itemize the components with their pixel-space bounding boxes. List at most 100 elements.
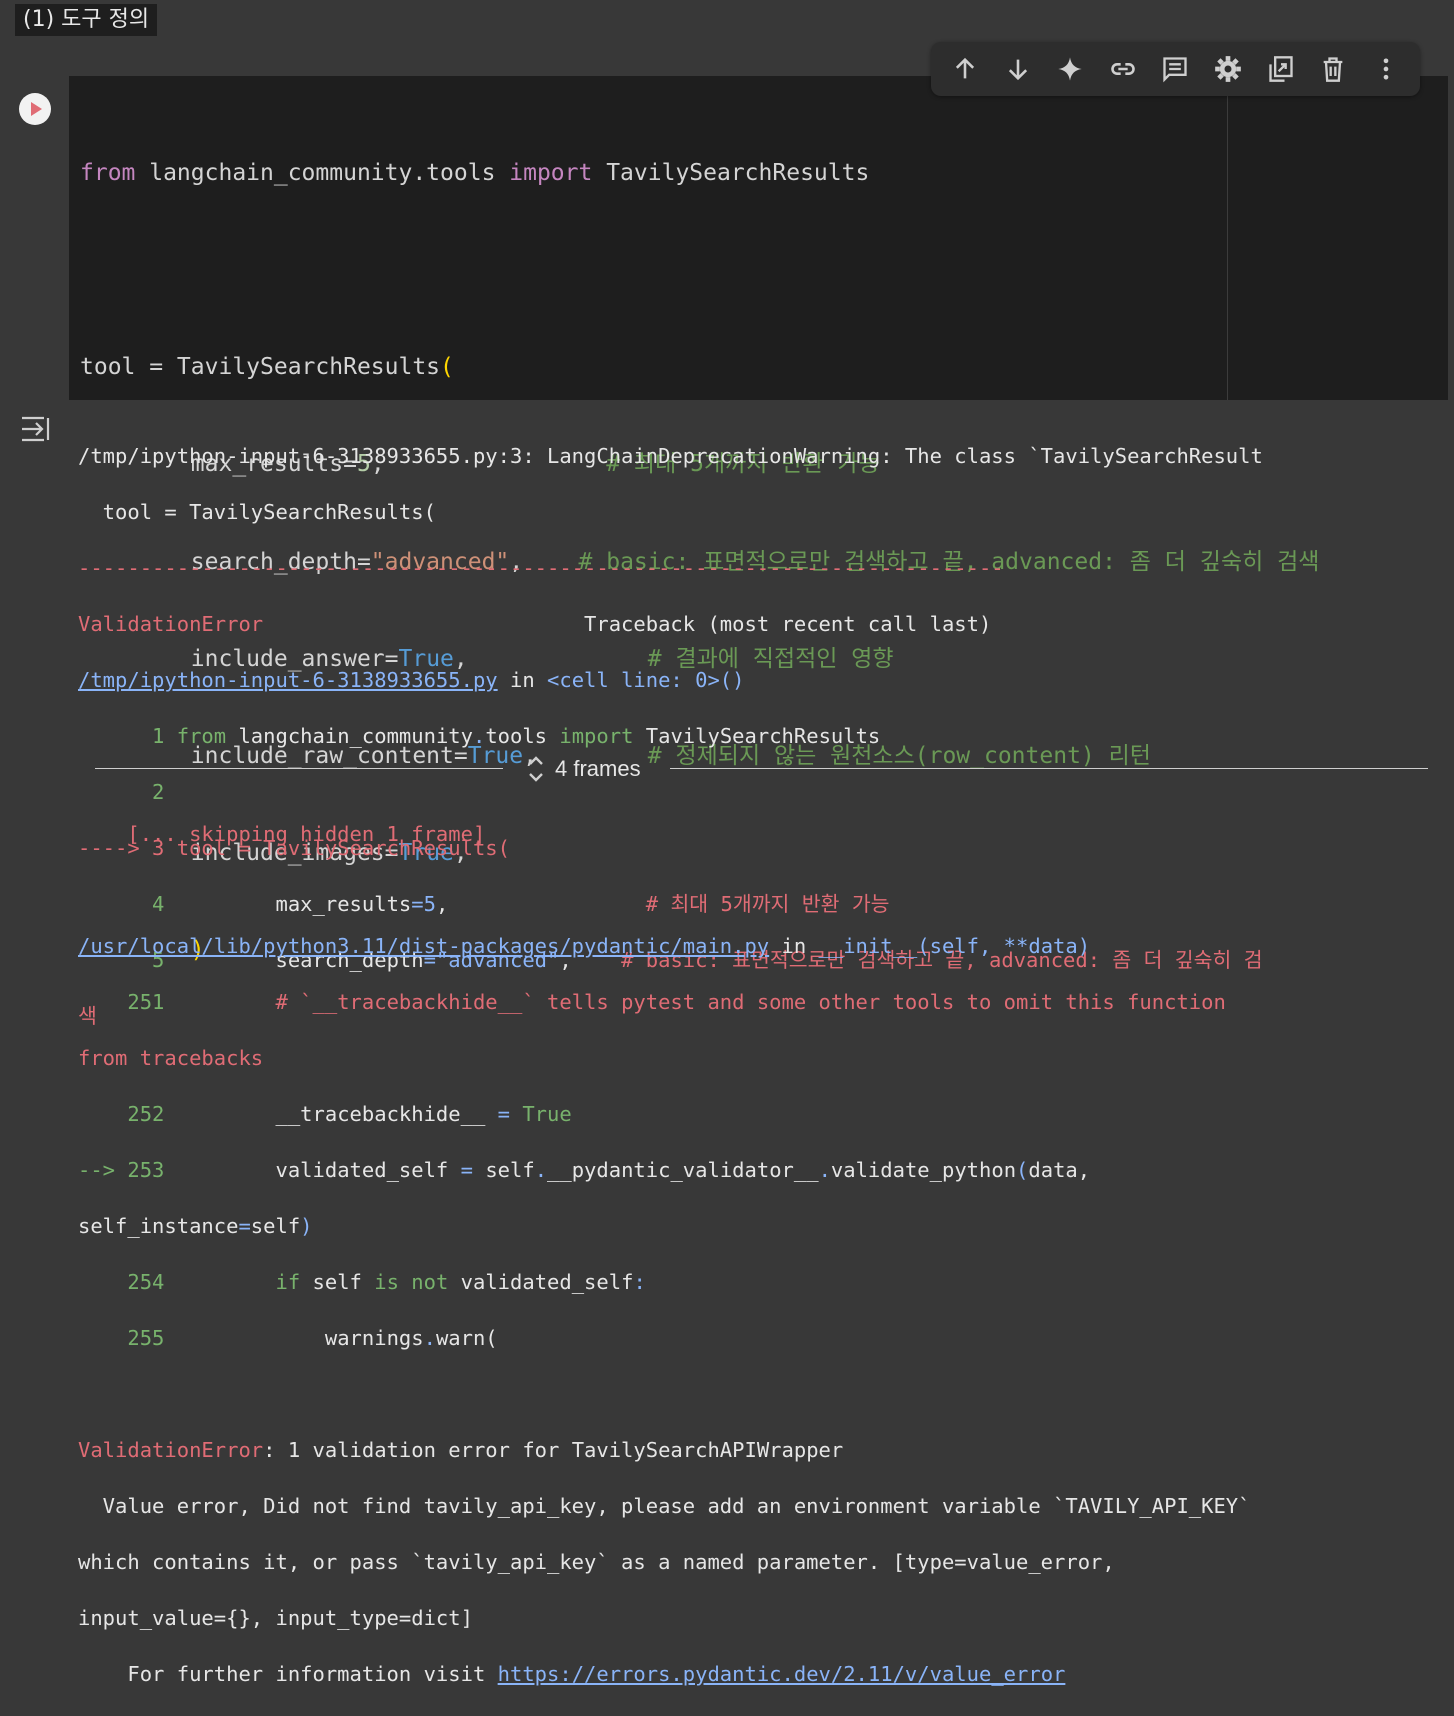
text-line [78, 876, 1251, 904]
separator: ----------------------------------------… [78, 556, 1004, 580]
settings-button[interactable] [1208, 49, 1248, 89]
comment-button[interactable] [1155, 49, 1195, 89]
arrow-up-icon [956, 57, 975, 79]
code-token: 1 [78, 724, 177, 748]
text-line: 252 __tracebackhide__ = True [78, 1100, 1251, 1128]
text-line: /usr/local/lib/python3.11/dist-packages/… [78, 932, 1251, 960]
code-token: validated_self [448, 1270, 634, 1294]
code-token: tool = TavilySearchResults [80, 354, 441, 381]
code-token: . [818, 1158, 831, 1182]
code-token: in [497, 668, 548, 692]
code-token: not [411, 1270, 449, 1294]
run-cell-button[interactable] [19, 93, 51, 125]
output-toggle-icon[interactable] [20, 414, 54, 444]
code-token: tools [485, 724, 560, 748]
code-token: warnings [176, 1326, 424, 1350]
pydantic-error-link[interactable]: https://errors.pydantic.dev/2.11/v/value… [498, 1662, 1066, 1686]
error-name: ValidationError [78, 612, 264, 636]
code-token: <cell line: 0>() [547, 668, 745, 692]
code-token: __init__(self, **data) [818, 934, 1091, 958]
delete-cell-button[interactable] [1313, 49, 1353, 89]
text-line: /tmp/ipython-input-6-3138933655.py in <c… [78, 666, 1263, 694]
code-token: self [300, 1270, 375, 1294]
code-cell[interactable]: from langchain_community.tools import Ta… [0, 76, 1448, 963]
text-line: --> 253 validated_self = self.__pydantic… [78, 1156, 1251, 1184]
code-token: in [769, 934, 819, 958]
code-token: 252 [78, 1102, 177, 1126]
text-line [80, 254, 1319, 286]
frames-expander[interactable]: 4 frames [95, 752, 1428, 786]
code-token: 254 [78, 1270, 177, 1294]
text-line [78, 1380, 1251, 1408]
code-token: from [176, 724, 227, 748]
section-heading: (1) 도구 정의 [15, 4, 158, 36]
code-token: = [497, 1102, 523, 1126]
cell-output-continued: [... skipping hidden 1 frame] /usr/local… [78, 792, 1251, 1716]
code-token: : [633, 1270, 646, 1294]
code-token: = [460, 1158, 486, 1182]
code-token: if [176, 1270, 301, 1294]
traceback-file-link[interactable]: /usr/local/lib/python3.11/dist-packages/… [78, 934, 769, 958]
error-name: ValidationError [78, 1438, 264, 1462]
gemini-button[interactable] [1050, 49, 1090, 89]
more-vert-icon [1383, 58, 1388, 80]
code-token: self [485, 1158, 535, 1182]
code-token: data, [1028, 1158, 1091, 1182]
skip-frames: [... skipping hidden 1 frame] [78, 822, 486, 846]
sparkle-icon [1058, 57, 1083, 81]
mirror-cell-button[interactable] [1261, 49, 1301, 89]
text-line: For further information visit https://er… [78, 1660, 1251, 1688]
warning-line: tool = TavilySearchResults( [78, 500, 436, 524]
warning-line: /tmp/ipython-input-6-3138933655.py:3: La… [78, 444, 1263, 468]
code-token: __tracebackhide__ [176, 1102, 498, 1126]
code-token: self_instance [78, 1214, 239, 1238]
move-down-button[interactable] [998, 49, 1038, 89]
code-token: . [534, 1158, 548, 1182]
code-token: Value error, Did not find tavily_api_key… [78, 1494, 1251, 1518]
code-token: input_value={}, input_type=dict] [78, 1606, 473, 1630]
text-line: 1 from langchain_community.tools import … [78, 722, 1263, 750]
code-token: Traceback (most recent call last) [263, 612, 992, 636]
code-token: . [472, 724, 486, 748]
code-token: ) [300, 1214, 313, 1238]
arrow-down-icon [1008, 59, 1027, 81]
text-line: 251 # `__tracebackhide__` tells pytest a… [78, 988, 1251, 1016]
code-token: For further information visit [78, 1662, 498, 1686]
code-token: __pydantic_validator__ [547, 1158, 819, 1182]
text-line: from langchain_community.tools import Ta… [80, 157, 1319, 189]
code-token: ( [440, 354, 454, 381]
text-line: 255 warnings.warn( [78, 1324, 1251, 1352]
text-line: 254 if self is not validated_self: [78, 1268, 1251, 1296]
code-token: TavilySearchResults [633, 724, 881, 748]
frames-label: 4 frames [555, 756, 641, 781]
link-icon [1111, 63, 1135, 75]
text-line: self_instance=self) [78, 1212, 1251, 1240]
code-token: langchain_community [226, 724, 473, 748]
link-button[interactable] [1103, 49, 1143, 89]
code-token: True [522, 1102, 572, 1126]
code-token: from tracebacks [78, 1046, 264, 1070]
code-token: langchain_community.tools [135, 159, 510, 186]
code-token: validated_self [176, 1158, 461, 1182]
code-token: which contains it, or pass `tavily_api_k… [78, 1550, 1115, 1574]
code-token: TavilySearchResults [592, 159, 870, 186]
code-token: is [374, 1270, 399, 1294]
more-options-button[interactable] [1366, 49, 1406, 89]
traceback-file-link[interactable]: /tmp/ipython-input-6-3138933655.py [78, 668, 498, 692]
code-token: self [250, 1214, 301, 1238]
code-token: : 1 validation error for TavilySearchAPI… [263, 1438, 844, 1462]
unfold-icon [529, 756, 543, 782]
cell-toolbar [931, 42, 1420, 96]
code-token: 255 [78, 1326, 177, 1350]
code-token: warn( [435, 1326, 498, 1350]
code-token: 251 [78, 990, 177, 1014]
gear-icon [1215, 56, 1241, 82]
move-up-button[interactable] [945, 49, 985, 89]
code-token: . [423, 1326, 436, 1350]
code-token: import [559, 724, 634, 748]
code-token: validate_python [830, 1158, 1017, 1182]
code-token: # `__tracebackhide__` tells pytest and s… [176, 990, 1226, 1014]
mirror-cell-icon [1268, 56, 1293, 82]
comment-icon [1163, 57, 1188, 83]
